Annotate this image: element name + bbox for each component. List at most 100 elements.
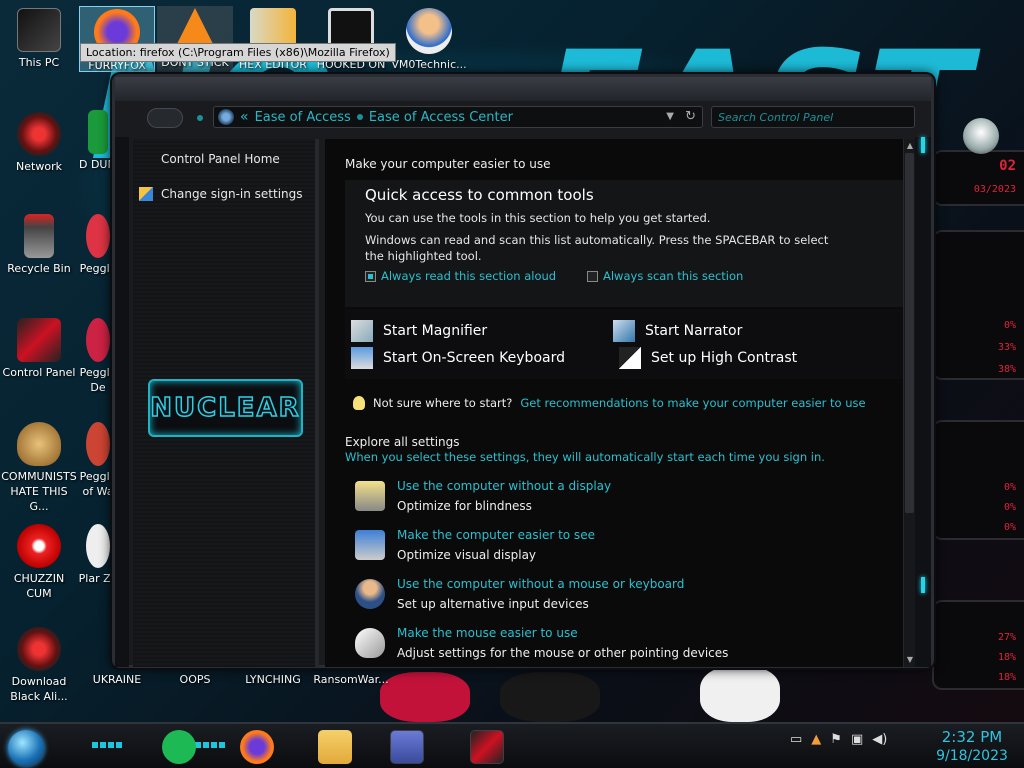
recycle-bin-icon xyxy=(24,214,54,258)
setting-description: Optimize visual display xyxy=(397,548,537,562)
tray-volume-icon[interactable]: ◀) xyxy=(872,732,887,747)
explore-subtitle: When you select these settings, they wil… xyxy=(345,450,825,464)
wallpaper-shoe-mid xyxy=(500,672,600,722)
breadcrumb-ease-of-access-center[interactable]: Ease of Access Center xyxy=(369,110,513,125)
start-button[interactable] xyxy=(8,730,44,766)
checkbox-label: Always read this section aloud xyxy=(381,269,557,283)
tool-label: Start Narrator xyxy=(645,323,743,339)
desktop-icon-label: Network xyxy=(16,160,62,173)
desktop-icon-lynching[interactable]: LYNCHING xyxy=(234,672,312,687)
desktop-icon-oops[interactable]: OOPS xyxy=(156,672,234,687)
search-input[interactable]: Search Control Panel xyxy=(711,106,915,128)
display-speech-icon xyxy=(355,481,385,511)
refresh-icon[interactable]: ↻ xyxy=(685,109,696,124)
control-panel-taskbar-icon[interactable] xyxy=(390,730,424,764)
section-instructions: Windows can read and scan this list auto… xyxy=(365,233,829,263)
setting-description: Optimize for blindness xyxy=(397,499,532,513)
start-magnifier-button[interactable]: Start Magnifier xyxy=(351,320,487,342)
common-tools-grid: Start Magnifier Start Narrator Start On-… xyxy=(345,309,903,379)
back-forward-buttons[interactable] xyxy=(147,108,183,128)
alienware-taskbar-icon[interactable] xyxy=(470,730,504,764)
widget-panel: 0% 33% 38% xyxy=(932,230,1024,380)
desktop-icon-this-pc[interactable]: This PC xyxy=(0,8,78,70)
desktop-icon-recycle-bin[interactable]: Recycle Bin xyxy=(0,214,78,276)
alienware-icon xyxy=(17,627,61,671)
tip-question: Not sure where to start? xyxy=(373,396,513,410)
high-contrast-button[interactable]: Set up High Contrast xyxy=(619,347,797,369)
start-narrator-button[interactable]: Start Narrator xyxy=(613,320,742,342)
scrollbar-thumb[interactable] xyxy=(905,153,914,513)
chevron-down-icon[interactable]: ▼ xyxy=(666,111,674,122)
desktop-icon-ukraine[interactable]: UKRAINE xyxy=(78,672,156,687)
desktop-icon-chuzzin[interactable]: CHUZZIN CUM xyxy=(0,524,78,601)
desktop-icon-label: LYNCHING xyxy=(245,673,301,686)
peggle-nights-icon xyxy=(86,422,110,466)
desktop-icon-furryfox[interactable]: FURRYFOX xyxy=(79,6,155,72)
person-headset-icon xyxy=(355,579,385,609)
window-frame-right xyxy=(915,137,931,667)
breadcrumb-overflow-icon[interactable]: « xyxy=(240,109,249,125)
desktop-icon-label: Control Panel xyxy=(2,366,76,379)
tray-network-icon[interactable]: ▣ xyxy=(851,732,863,747)
desktop-icon-label: COMMUNISTS HATE THIS G... xyxy=(1,470,77,513)
desktop-icon-vm0technic[interactable]: VM0Technic... xyxy=(391,6,467,72)
tray-overflow-icon[interactable]: ▭ xyxy=(790,732,802,747)
vertical-scrollbar[interactable]: ▲ ▼ xyxy=(903,139,915,667)
checkbox-checked-icon xyxy=(365,270,376,282)
desktop-icon-control-panel[interactable]: Control Panel xyxy=(0,318,78,380)
desktop-icon-network[interactable]: Network xyxy=(0,112,78,174)
scroll-up-icon[interactable]: ▲ xyxy=(905,141,915,151)
doctor-avatar-icon xyxy=(406,8,452,54)
widget-panel: 02 03/2023 xyxy=(932,150,1024,206)
always-read-checkbox[interactable]: Always read this section aloud xyxy=(365,269,556,283)
widget-readout: 0% xyxy=(1003,502,1016,513)
control-panel-home-link[interactable]: Control Panel Home xyxy=(161,152,280,166)
recommendations-tip: Not sure where to start? Get recommendat… xyxy=(353,396,866,410)
logo-text: NUCLEAR xyxy=(150,392,301,424)
desktop-icon-communists[interactable]: COMMUNISTS HATE THIS G... xyxy=(0,422,78,514)
desktop-icon-dont-stick[interactable]: DONT STICK xyxy=(157,6,233,72)
taskbar-clock[interactable]: 2:32 PM 9/18/2023 xyxy=(930,728,1014,766)
alienware-logo-icon[interactable] xyxy=(963,118,999,154)
clock-date: 9/18/2023 xyxy=(936,748,1008,764)
checkbox-unchecked-icon xyxy=(587,270,598,282)
lightbulb-icon xyxy=(353,396,365,410)
file-explorer-taskbar-icon[interactable] xyxy=(318,730,352,764)
setting-link[interactable]: Use the computer without a display xyxy=(397,479,611,493)
signin-label: Change sign-in settings xyxy=(161,187,303,201)
breadcrumb-separator-icon[interactable] xyxy=(356,114,363,120)
desktop-icon-hex-editor[interactable]: HEX EDITOR xyxy=(235,6,311,72)
tool-label: Start On-Screen Keyboard xyxy=(383,350,565,366)
tray-flag-icon[interactable]: ⚑ xyxy=(830,732,842,747)
setting-link[interactable]: Make the mouse easier to use xyxy=(397,626,578,640)
setting-link[interactable]: Use the computer without a mouse or keyb… xyxy=(397,577,684,591)
tray-app-icon[interactable]: ▲ xyxy=(811,732,821,747)
change-signin-settings-link[interactable]: Change sign-in settings xyxy=(139,187,303,201)
desktop-icon-hooked-on[interactable]: HOOKED ON xyxy=(313,6,389,72)
setting-link[interactable]: Make the computer easier to see xyxy=(397,528,595,542)
widget-readout: 0% xyxy=(1003,482,1016,493)
desktop-icon-label: CHUZZIN CUM xyxy=(13,572,65,600)
window-frame-left xyxy=(115,137,129,667)
address-bar[interactable]: « Ease of Access Ease of Access Center ▼… xyxy=(213,106,703,128)
desktop-icon-label: This PC xyxy=(18,56,60,69)
start-onscreen-keyboard-button[interactable]: Start On-Screen Keyboard xyxy=(351,347,565,369)
desktop-icon-ransomware[interactable]: RansomWar... xyxy=(312,672,390,687)
peggle-icon xyxy=(86,214,110,258)
scroll-down-icon[interactable]: ▼ xyxy=(905,655,915,665)
firefox-taskbar-icon[interactable] xyxy=(240,730,274,764)
breadcrumb-ease-of-access[interactable]: Ease of Access xyxy=(255,110,351,125)
widget-readout: 03/2023 xyxy=(973,184,1016,195)
magnifier-icon xyxy=(351,320,373,342)
always-scan-checkbox[interactable]: Always scan this section xyxy=(587,269,743,283)
tool-label: Start Magnifier xyxy=(383,323,488,339)
system-tray: ▭ ▲ ⚑ ▣ ◀) xyxy=(790,732,887,747)
this-pc-icon xyxy=(17,8,61,52)
recommendations-link[interactable]: Get recommendations to make your compute… xyxy=(520,396,865,410)
control-panel-icon xyxy=(218,109,234,125)
page-title: Make your computer easier to use xyxy=(345,157,551,171)
spotify-taskbar-icon[interactable] xyxy=(162,730,196,764)
desktop-icon-download-black-ali[interactable]: Download Black Ali... xyxy=(0,627,78,704)
setting-easier-to-see: Make the computer easier to see Optimize… xyxy=(355,528,855,572)
widget-readout: 27% xyxy=(997,632,1016,643)
